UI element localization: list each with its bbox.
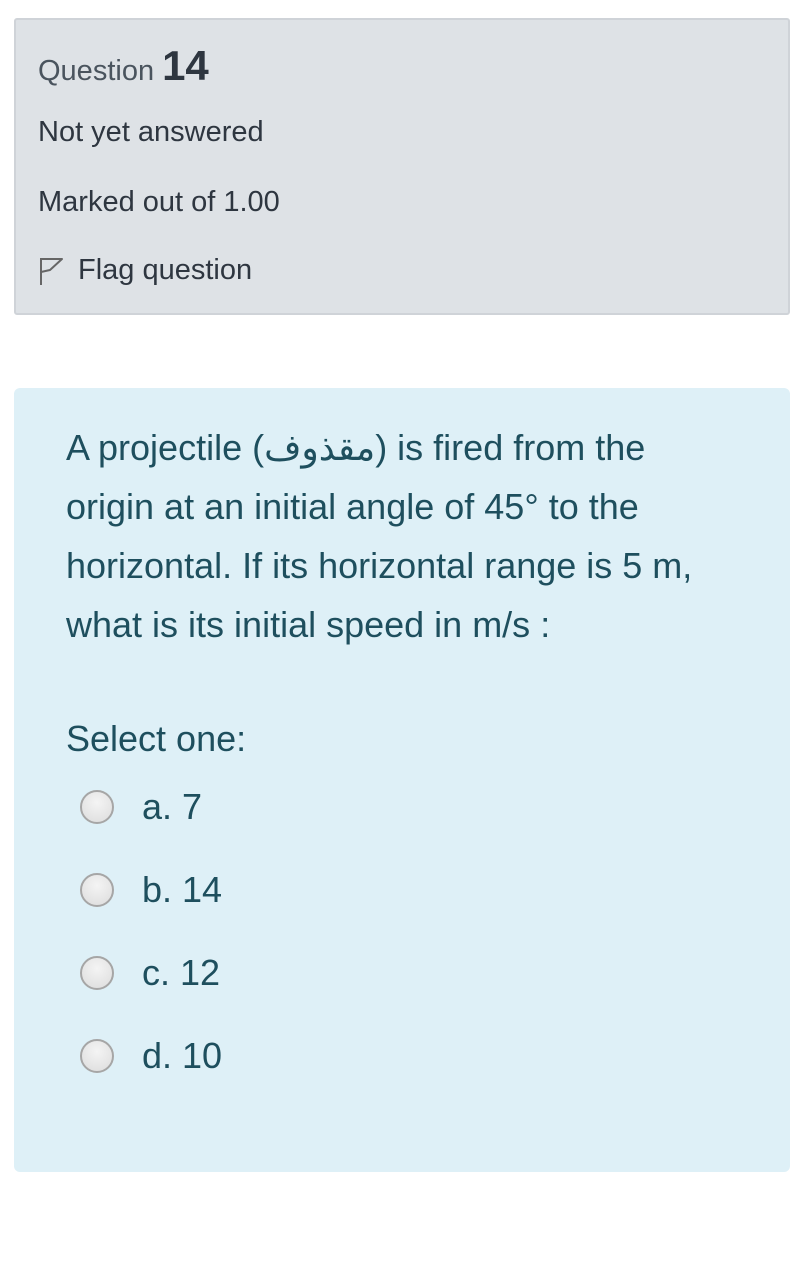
question-text: A projectile (مقذوف) is fired from the o… [66,427,693,645]
answer-option-c[interactable]: c. 12 [80,952,680,1035]
radio-button-a[interactable] [80,790,114,824]
question-info-panel: Question 14 Not yet answered Marked out o… [14,18,790,315]
radio-button-c[interactable] [80,956,114,990]
question-heading: Question 14 [38,42,209,90]
select-one-prompt: Select one: [66,718,247,759]
answer-option-a[interactable]: a. 7 [80,786,680,869]
answer-option-d[interactable]: d. 10 [80,1035,680,1118]
flag-question-label: Flag question [78,254,253,286]
answer-label-a[interactable]: a. 7 [142,786,202,828]
answer-label-b[interactable]: b. 14 [142,869,222,911]
answer-options: a. 7 b. 14 c. 12 d. 10 [80,786,680,1118]
question-number: 14 [162,42,209,89]
question-state: Not yet answered [38,116,264,148]
flag-question-link[interactable]: Flag question [38,254,252,287]
question-grade: Marked out of 1.00 [38,186,280,218]
radio-button-d[interactable] [80,1039,114,1073]
flag-icon [38,256,64,286]
answer-label-c[interactable]: c. 12 [142,952,220,994]
question-label: Question [38,55,155,87]
radio-button-b[interactable] [80,873,114,907]
question-content-panel: A projectile (مقذوف) is fired from the o… [14,388,790,1172]
answer-option-b[interactable]: b. 14 [80,869,680,952]
answer-label-d[interactable]: d. 10 [142,1035,222,1077]
